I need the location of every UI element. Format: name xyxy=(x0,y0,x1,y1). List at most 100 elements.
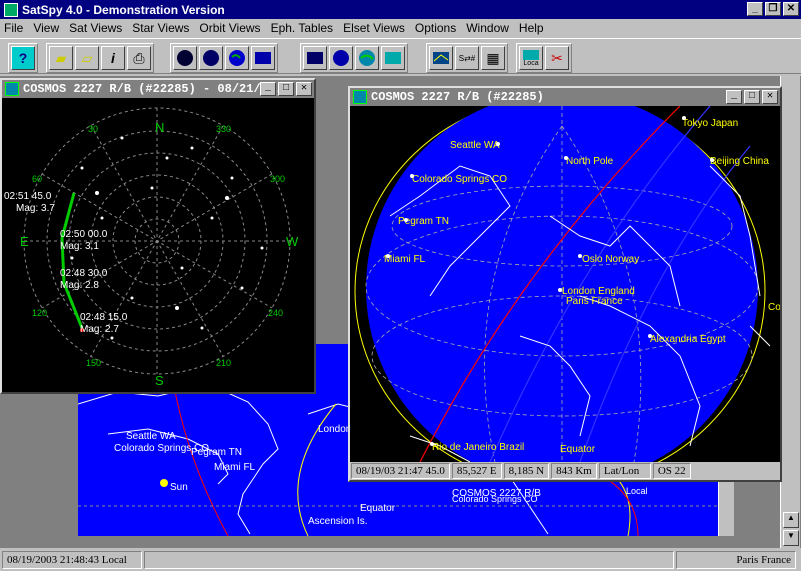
az-210: 210 xyxy=(216,358,231,368)
map-label-sun: Sun xyxy=(170,482,188,493)
compass-w: W xyxy=(286,234,299,249)
menu-elset-views[interactable]: Elset Views xyxy=(343,21,405,35)
pass-mag-1: Mag: 3.7 xyxy=(16,203,55,214)
sky-minimize-button[interactable]: _ xyxy=(260,82,276,96)
globe-window-title: COSMOS 2227 R/B (#22285) xyxy=(371,90,544,104)
close-button[interactable]: ✕ xyxy=(783,2,799,16)
map-label-pegram: Pegram TN xyxy=(191,447,242,458)
print-icon[interactable]: ⎙ xyxy=(127,46,151,70)
pass-time-1: 02:51 45.0 xyxy=(4,191,52,202)
location-icon[interactable]: Loca xyxy=(519,46,543,70)
sky-close-button[interactable]: ✕ xyxy=(296,82,312,96)
globe-window-icon[interactable] xyxy=(353,90,367,104)
minimize-button[interactable]: _ xyxy=(747,2,763,16)
az-150: 150 xyxy=(86,358,101,368)
globe-window-titlebar[interactable]: COSMOS 2227 R/B (#22285) _ □ ✕ xyxy=(350,88,780,106)
sky-view-icon[interactable] xyxy=(173,46,197,70)
pass-mag-4: Mag: 2.7 xyxy=(80,324,119,335)
pass-mag-3: Mag: 2.8 xyxy=(60,280,99,291)
globe-close-button[interactable]: ✕ xyxy=(762,90,778,104)
menu-orbit-views[interactable]: Orbit Views xyxy=(199,21,260,35)
sat-table-icon[interactable]: S⇄# xyxy=(455,46,479,70)
compass-n: N xyxy=(155,120,164,135)
mdi-workspace: Seattle WA Colorado Springs CO Pegram TN… xyxy=(0,76,801,548)
map-label-miami: Miami FL xyxy=(214,462,256,473)
info-icon[interactable]: i xyxy=(101,46,125,70)
pass-time-2: 02:50 00.0 xyxy=(60,229,108,240)
menu-eph-tables[interactable]: Eph. Tables xyxy=(271,21,334,35)
sun-marker[interactable] xyxy=(160,479,168,487)
star-view-icon[interactable] xyxy=(199,46,223,70)
globe-lat: 8,185 N xyxy=(503,463,550,479)
sky-window-icon[interactable] xyxy=(5,82,19,96)
globe-label-co: Co xyxy=(768,302,780,313)
mdi-scrollbar-vertical[interactable]: ▲ ▼ xyxy=(780,76,800,548)
menubar: File View Sat Views Star Views Orbit Vie… xyxy=(0,19,801,37)
globe-label-beijing: Beijing China xyxy=(710,156,769,167)
sky-window-titlebar[interactable]: COSMOS 2227 R/B (#22285) - 08/21/... _ □… xyxy=(2,80,314,98)
az-60: 60 xyxy=(32,174,42,184)
az-240: 240 xyxy=(268,308,283,318)
app-title: SatSpy 4.0 - Demonstration Version xyxy=(22,2,225,17)
map-label-ascension: Ascension Is. xyxy=(308,516,367,527)
az-30: 30 xyxy=(88,124,98,134)
globe-maximize-button[interactable]: □ xyxy=(744,90,760,104)
sphere-view-icon[interactable] xyxy=(329,46,353,70)
globe-label-oslo: Oslo Norway xyxy=(582,254,639,265)
app-icon[interactable] xyxy=(4,2,18,17)
sky-chart[interactable]: N S E W 30 330 300 60 120 240 150 210 02… xyxy=(2,98,314,392)
grid-table-icon[interactable]: ▦ xyxy=(481,46,505,70)
toolbar: ? ▰ ▱ i ⎙ S⇄# ▦ Loca ✂ xyxy=(0,38,801,74)
menu-sat-views[interactable]: Sat Views xyxy=(69,21,122,35)
menu-window[interactable]: Window xyxy=(466,21,509,35)
location-label: Loca xyxy=(523,59,539,67)
globe-minimize-button[interactable]: _ xyxy=(726,90,742,104)
pass-time-3: 02:48 30.0 xyxy=(60,268,108,279)
sky-maximize-button[interactable]: □ xyxy=(278,82,294,96)
globe-label-miami: Miami FL xyxy=(384,254,426,265)
restore-button[interactable]: ❐ xyxy=(765,2,781,16)
menu-options[interactable]: Options xyxy=(415,21,456,35)
globe-label-alexandria: Alexandria Egypt xyxy=(650,334,726,345)
globe-label-paris: Paris France xyxy=(566,296,623,307)
globe-label-equator: Equator xyxy=(560,444,596,455)
globe-lon: 85,527 E xyxy=(451,463,502,479)
menu-star-views[interactable]: Star Views xyxy=(132,21,189,35)
globe-mode[interactable]: Lat/Lon xyxy=(598,463,651,479)
globe-view-icon[interactable] xyxy=(225,46,249,70)
compass-s: S xyxy=(155,373,164,388)
open-folder-icon[interactable]: ▰ xyxy=(49,46,73,70)
map-label-seattle: Seattle WA xyxy=(126,431,176,442)
globe-label-tokyo: Tokyo Japan xyxy=(682,118,738,129)
status-location: Paris France xyxy=(676,551,796,569)
menu-view[interactable]: View xyxy=(33,21,59,35)
globe-window[interactable]: COSMOS 2227 R/B (#22285) _ □ ✕ Seattle W… xyxy=(348,86,782,482)
globe-alt: 843 Km xyxy=(551,463,597,479)
app-titlebar: SatSpy 4.0 - Demonstration Version _ ❐ ✕ xyxy=(0,0,801,19)
world-map-icon[interactable] xyxy=(381,46,405,70)
menu-file[interactable]: File xyxy=(4,21,23,35)
globe-label-north-pole: North Pole xyxy=(566,156,614,167)
pass-mag-2: Mag: 3.1 xyxy=(60,241,99,252)
sat-chart-icon[interactable] xyxy=(429,46,453,70)
globe-extra: OS 22 xyxy=(652,463,691,479)
globe-view[interactable]: Seattle WA Tokyo Japan North Pole Beijin… xyxy=(350,106,780,462)
world-view-icon[interactable] xyxy=(355,46,379,70)
menu-help[interactable]: Help xyxy=(519,21,544,35)
globe-label-rio: Rio de Janeiro Brazil xyxy=(432,442,524,453)
tools-icon[interactable]: ✂ xyxy=(545,46,569,70)
map-view-icon[interactable] xyxy=(303,46,327,70)
folder-icon[interactable]: ▱ xyxy=(75,46,99,70)
map-label-colorado-2: Colorado Springs CO xyxy=(452,494,538,504)
status-middle xyxy=(144,551,674,569)
table-view-icon[interactable] xyxy=(251,46,275,70)
compass-e: E xyxy=(20,234,29,249)
map-label-equator: Equator xyxy=(360,503,396,514)
pass-time-4: 02:48 15.0 xyxy=(80,312,128,323)
sky-window[interactable]: COSMOS 2227 R/B (#22285) - 08/21/... _ □… xyxy=(0,78,316,394)
help-icon[interactable]: ? xyxy=(11,46,35,70)
globe-label-colorado: Colorado Springs CO xyxy=(412,174,507,185)
az-330: 330 xyxy=(216,124,231,134)
app-statusbar: 08/19/2003 21:48:43 Local Paris France xyxy=(0,550,801,571)
status-datetime: 08/19/2003 21:48:43 Local xyxy=(2,551,142,569)
